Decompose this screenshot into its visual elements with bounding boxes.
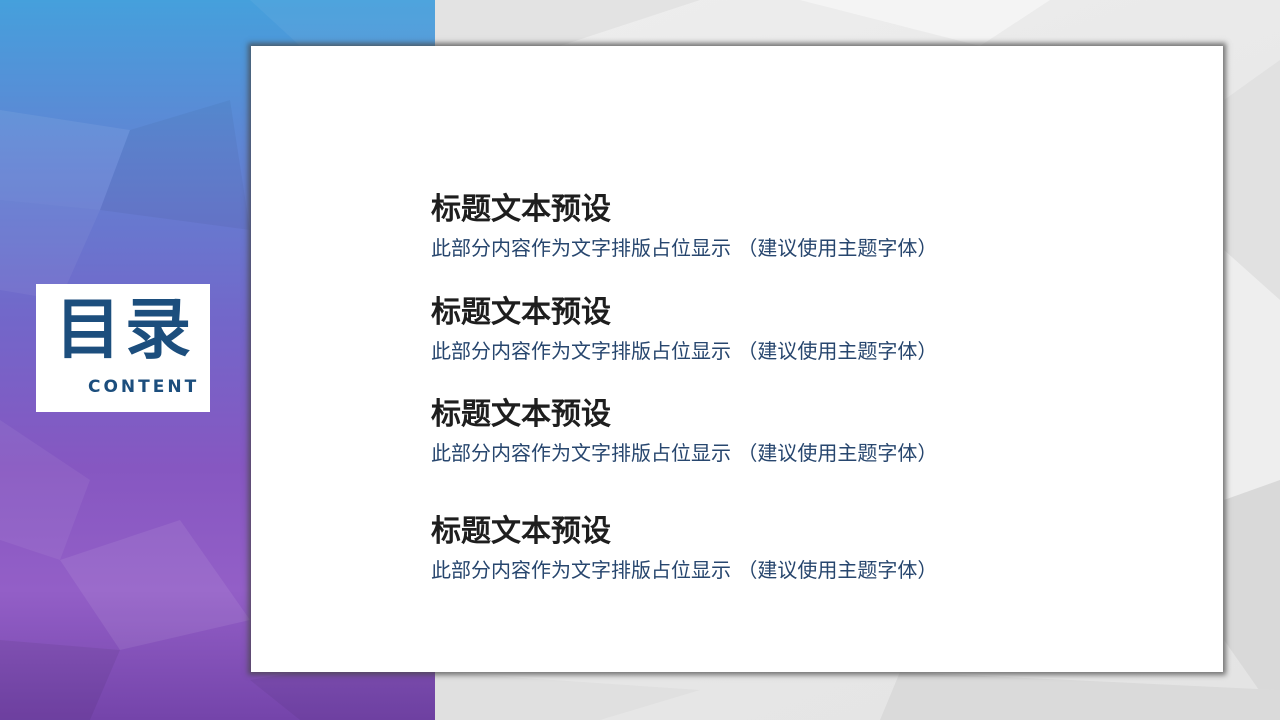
entry-description: 此部分内容作为文字排版占位显示 （建议使用主题字体）: [431, 441, 938, 465]
toc-entry: 标题文本预设 此部分内容作为文字排版占位显示 （建议使用主题字体）: [431, 190, 937, 261]
toc-entry: 标题文本预设 此部分内容作为文字排版占位显示 （建议使用主题字体）: [431, 395, 937, 466]
entry-title: 标题文本预设: [431, 192, 611, 227]
entry-title: 标题文本预设: [431, 397, 611, 432]
toc-entry: 标题文本预设 此部分内容作为文字排版占位显示 （建议使用主题字体）: [431, 512, 937, 583]
entry-title: 标题文本预设: [431, 514, 611, 549]
entry-description: 此部分内容作为文字排版占位显示 （建议使用主题字体）: [431, 339, 938, 363]
entry-title: 标题文本预设: [431, 295, 611, 330]
toc-label-box: 目录 CONTENT: [36, 284, 210, 412]
entry-description: 此部分内容作为文字排版占位显示 （建议使用主题字体）: [431, 558, 938, 582]
entry-description: 此部分内容作为文字排版占位显示 （建议使用主题字体）: [431, 236, 938, 260]
toc-subtitle: CONTENT: [88, 377, 200, 397]
toc-entry: 标题文本预设 此部分内容作为文字排版占位显示 （建议使用主题字体）: [431, 293, 937, 364]
toc-title: 目录: [55, 291, 195, 368]
